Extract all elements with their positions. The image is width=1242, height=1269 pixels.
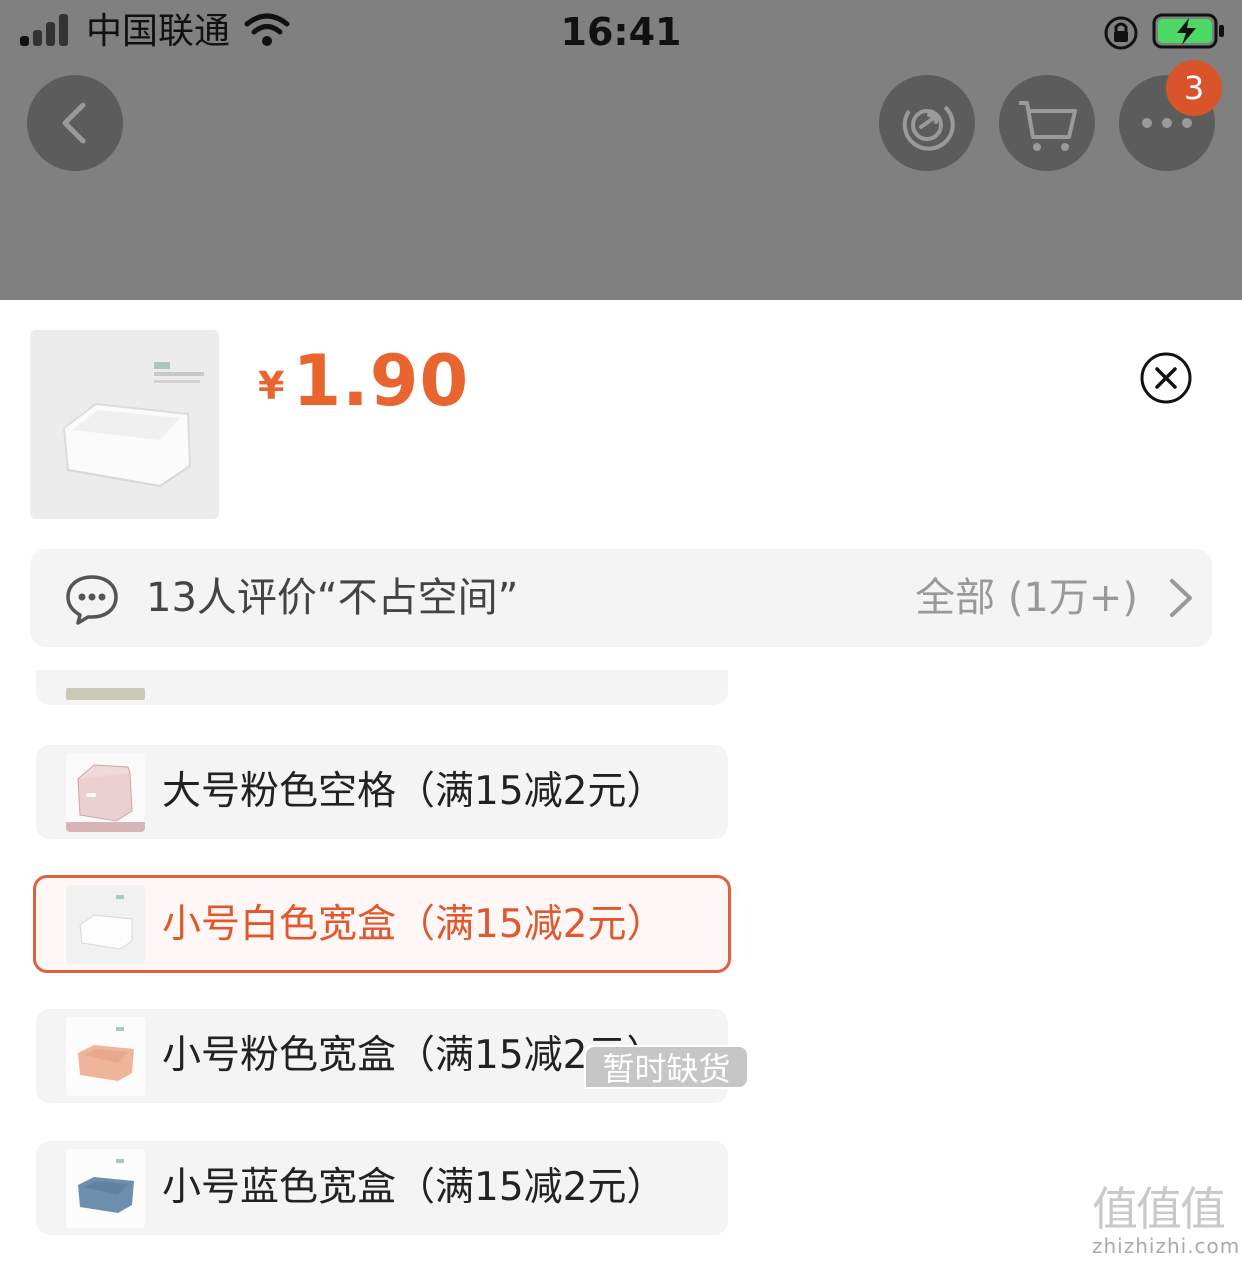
review-summary-text: 13人评价“不占空间”	[146, 575, 519, 621]
product-image	[30, 330, 219, 519]
option-image-tag	[66, 688, 145, 700]
sku-option[interactable]: 小号蓝色宽盒（满15减2元）	[36, 1141, 728, 1235]
back-icon	[62, 102, 86, 144]
review-all-link[interactable]: 全部 (1万+)	[915, 573, 1138, 623]
share-icon	[902, 105, 955, 151]
cart-button[interactable]	[999, 75, 1095, 171]
option-image	[66, 885, 145, 964]
watermark-mark: 值值值	[1092, 1182, 1226, 1236]
option-label: 小号蓝色宽盒（满15减2元）	[162, 1165, 666, 1210]
battery-icon	[1152, 13, 1224, 49]
sku-option-list[interactable]: 大号粉色空格（满15减2元） 小号白色宽盒（满15减2元） 小号粉色宽盒（满15…	[0, 670, 1242, 1269]
sku-sheet: ¥1.90 13人评价“不占空间” 全部 (1万+) 大号粉色空格（满15减2元…	[0, 300, 1242, 1269]
out-of-stock-tag: 暂时缺货	[584, 1045, 749, 1089]
rotation-lock-icon	[1104, 16, 1138, 50]
price: ¥1.90	[258, 340, 469, 422]
cart-icon	[1019, 101, 1077, 151]
option-image	[66, 1017, 145, 1096]
price-value: 1.90	[292, 340, 470, 422]
option-label: 大号粉色空格（满15减2元）	[162, 769, 666, 814]
back-button[interactable]	[27, 75, 123, 171]
share-button[interactable]	[879, 75, 975, 171]
option-image	[66, 753, 145, 832]
option-image	[66, 1149, 145, 1228]
watermark-site: zhizhizhi.com	[1092, 1234, 1241, 1258]
currency-symbol: ¥	[258, 364, 285, 408]
option-label: 小号白色宽盒（满15减2元）	[162, 902, 666, 947]
review-summary-bar[interactable]: 13人评价“不占空间” 全部 (1万+)	[30, 549, 1212, 647]
status-bar: 中国联通 16:41	[0, 0, 1242, 64]
chevron-right-icon	[1170, 579, 1192, 617]
close-icon[interactable]	[1138, 350, 1194, 406]
sku-option[interactable]: 大号粉色空格（满15减2元）	[36, 745, 728, 839]
product-thumbnail[interactable]	[30, 330, 219, 519]
chat-bubble-icon	[66, 575, 118, 625]
sku-option-partial[interactable]	[36, 670, 728, 705]
cart-badge: 3	[1166, 60, 1222, 116]
sku-option-selected[interactable]: 小号白色宽盒（满15减2元）	[33, 875, 731, 973]
clock: 16:41	[560, 10, 682, 54]
site-watermark: 值值值 zhizhizhi.com	[1092, 1184, 1242, 1268]
